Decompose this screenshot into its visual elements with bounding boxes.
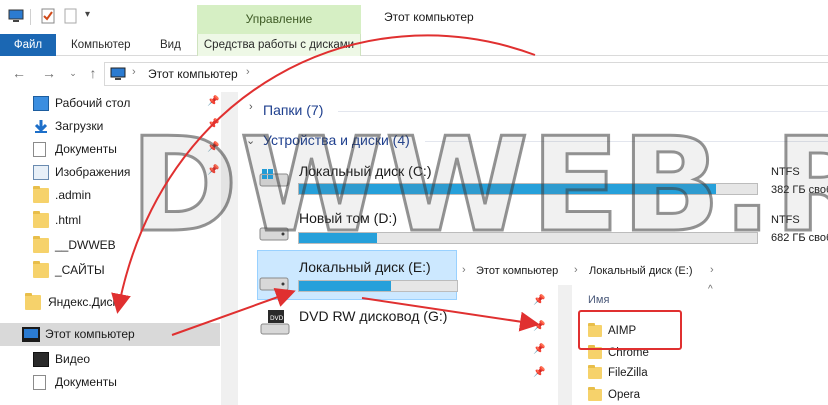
dvd-drive-icon: DVD — [260, 310, 290, 335]
folder-icon — [33, 186, 49, 203]
documents-icon — [33, 142, 46, 157]
computer-icon — [22, 327, 40, 342]
nav-item-video[interactable]: Видео — [0, 348, 220, 371]
yandex-disk-icon — [25, 293, 41, 310]
annotation-highlight-box — [578, 310, 682, 350]
computer-icon — [110, 67, 126, 80]
breadcrumb-chevron-icon[interactable]: › — [132, 66, 136, 78]
column-header-name[interactable]: Имя — [588, 294, 609, 306]
address-path[interactable]: Этот компьютер — [148, 67, 238, 81]
tab-file[interactable]: Файл — [0, 34, 56, 56]
drive-name-e[interactable]: Локальный диск (E:) — [299, 259, 431, 275]
computer-small-icon[interactable] — [8, 8, 24, 24]
video-icon — [33, 352, 49, 367]
breadcrumb-chevron-icon[interactable]: › — [462, 264, 466, 276]
address-input[interactable]: › Этот компьютер › — [104, 62, 828, 86]
documents-icon — [33, 375, 46, 390]
folder-icon — [588, 365, 602, 379]
pin-icon[interactable]: 📌 — [533, 295, 545, 306]
popup-pin-column: 📌 📌 📌 📌 — [528, 285, 550, 405]
folder-icon — [588, 387, 602, 401]
pin-icon[interactable]: 📌 — [533, 344, 545, 355]
hard-drive-icon — [259, 277, 289, 291]
quick-access-separator — [30, 9, 31, 25]
drive-usage-fill — [299, 281, 391, 291]
drive-name-g[interactable]: DVD RW дисковод (G:) — [299, 308, 447, 324]
list-item[interactable]: FileZilla — [588, 364, 788, 384]
popup-scrollbar[interactable] — [558, 285, 572, 405]
recent-dropdown-icon[interactable]: ⌄ — [64, 64, 82, 82]
tab-manage[interactable]: Управление — [197, 5, 361, 34]
pin-icon[interactable]: 📌 — [533, 367, 545, 378]
folder-icon — [33, 261, 49, 278]
nav-item-yandex-disk[interactable]: Яндекс.Диск — [0, 291, 215, 314]
pin-icon[interactable]: 📌 — [533, 321, 545, 332]
popup-address-bar[interactable]: › Этот компьютер › Локальный диск (E:) › — [458, 260, 828, 282]
popup-breadcrumb-drive-e[interactable]: Локальный диск (E:) — [589, 265, 693, 277]
address-row: ← → ⌄ ↑ › Этот компьютер › — [0, 56, 828, 92]
properties-icon[interactable] — [40, 8, 56, 24]
breadcrumb-chevron-icon[interactable]: › — [710, 264, 714, 276]
breadcrumb-chevron-icon[interactable]: › — [574, 264, 578, 276]
sort-chevron-up-icon[interactable]: ^ — [708, 284, 713, 295]
forward-arrow-icon[interactable]: → — [40, 64, 58, 82]
window-title: Этот компьютер — [384, 10, 474, 24]
svg-text:DVD: DVD — [270, 315, 284, 322]
tab-disk-tools[interactable]: Средства работы с дисками — [197, 34, 361, 56]
pictures-icon — [33, 165, 49, 180]
ribbon-tabs: Файл Компьютер Вид Средства работы с дис… — [0, 34, 828, 56]
nav-item-sites[interactable]: _САЙТЫ — [0, 259, 220, 282]
popup-breadcrumb-this-pc[interactable]: Этот компьютер — [476, 265, 558, 277]
up-arrow-icon[interactable]: ↑ — [84, 64, 102, 82]
watermark: DWWEB.RU — [129, 109, 828, 261]
drive-usage-bar-e — [298, 280, 458, 292]
list-item[interactable]: Opera — [588, 386, 788, 405]
desktop-icon — [33, 96, 49, 111]
title-bar: ▾ Управление Этот компьютер — [0, 0, 828, 34]
breadcrumb-chevron-icon[interactable]: › — [246, 66, 250, 78]
tab-computer[interactable]: Компьютер — [71, 34, 131, 56]
back-arrow-icon[interactable]: ← — [10, 64, 28, 82]
pin-icon[interactable]: 📌 — [207, 96, 219, 107]
tab-view[interactable]: Вид — [160, 34, 181, 56]
folder-icon — [33, 236, 49, 253]
nav-item-documents-2[interactable]: Документы — [0, 371, 220, 394]
download-icon — [34, 120, 48, 133]
folder-icon — [33, 211, 49, 228]
nav-item-this-pc[interactable]: Этот компьютер — [0, 323, 220, 346]
new-folder-icon[interactable] — [63, 8, 79, 24]
quick-access-dropdown-icon[interactable]: ▾ — [85, 9, 90, 20]
